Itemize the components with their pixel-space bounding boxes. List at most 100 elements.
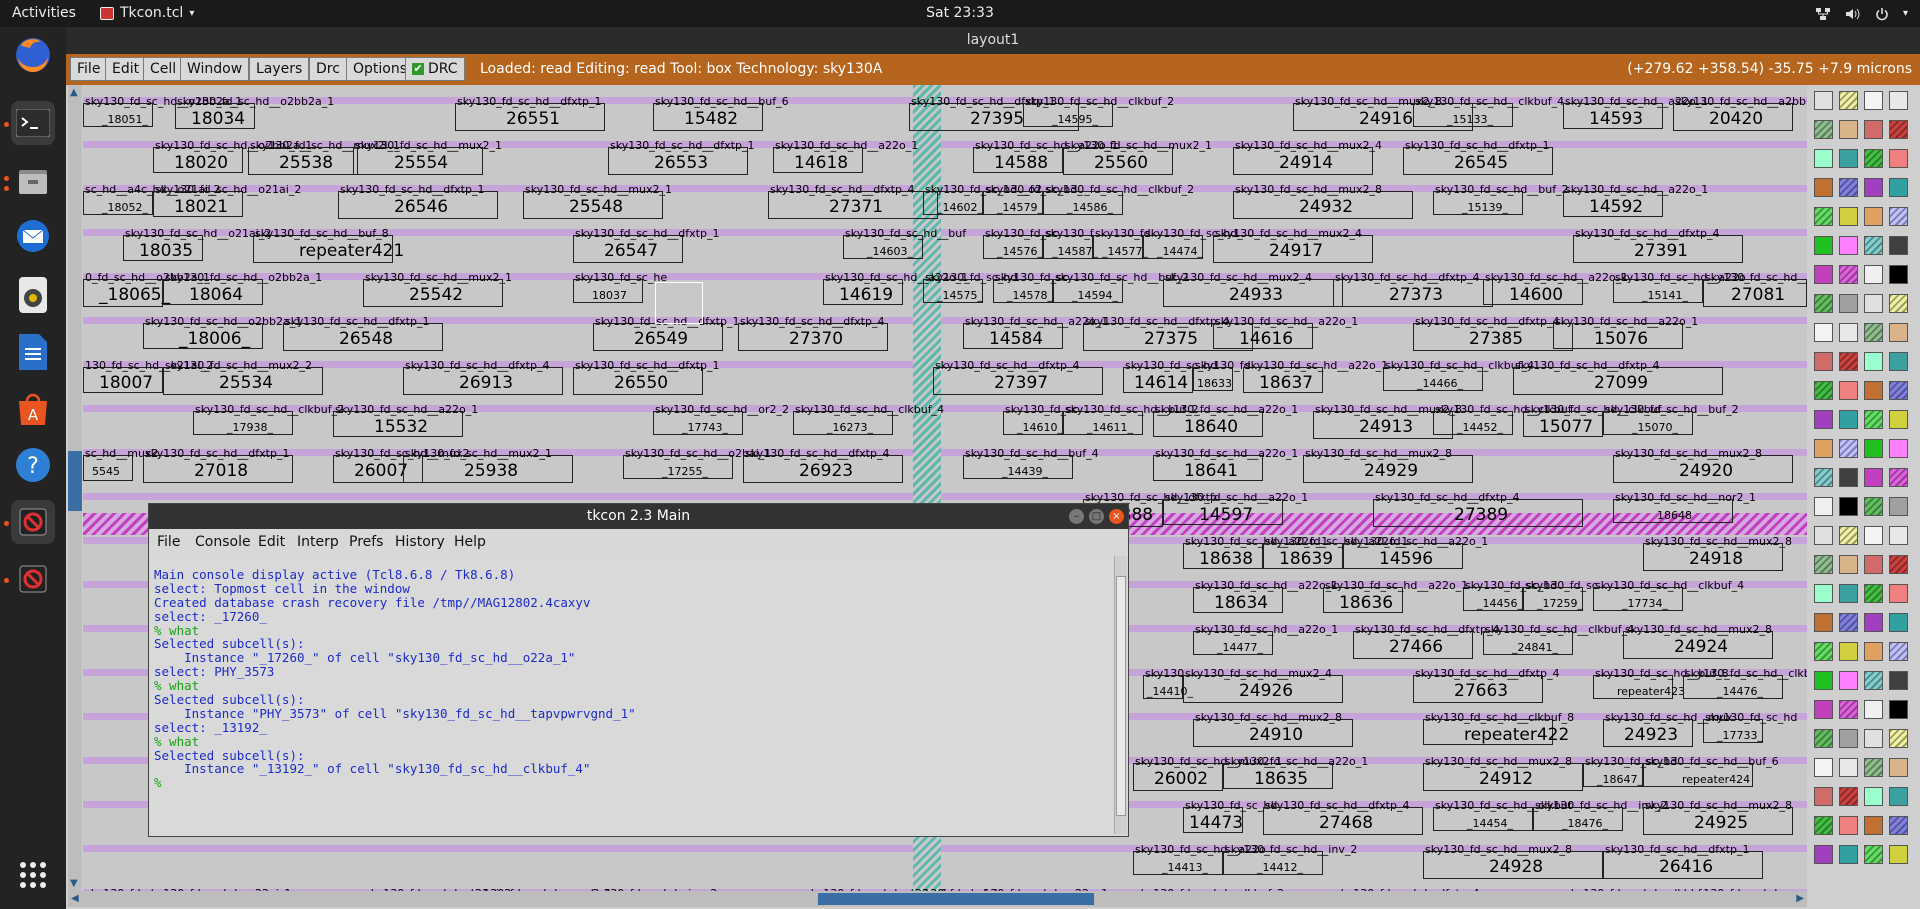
layer-swatch[interactable] (1864, 323, 1883, 342)
layer-swatch[interactable] (1839, 729, 1858, 748)
layer-swatch[interactable] (1839, 816, 1858, 835)
layer-swatch[interactable] (1889, 845, 1908, 864)
layer-swatch[interactable] (1839, 526, 1858, 545)
layer-swatch[interactable] (1839, 671, 1858, 690)
help-icon[interactable]: ? (11, 443, 55, 487)
layer-swatch[interactable] (1864, 700, 1883, 719)
layer-swatch[interactable] (1864, 178, 1883, 197)
layer-swatch[interactable] (1839, 236, 1858, 255)
layer-swatch[interactable] (1864, 236, 1883, 255)
vertical-scrollbar[interactable]: ▲ ▼ (68, 85, 82, 891)
layer-swatch[interactable] (1814, 439, 1833, 458)
layer-swatch[interactable] (1864, 294, 1883, 313)
layer-swatch[interactable] (1814, 584, 1833, 603)
arrow-down-icon[interactable]: ▼ (70, 878, 78, 889)
layer-swatch[interactable] (1889, 816, 1908, 835)
layer-swatch[interactable] (1839, 468, 1858, 487)
layer-swatch[interactable] (1889, 729, 1908, 748)
scroll-thumb[interactable] (818, 893, 1094, 905)
layer-swatch[interactable] (1864, 758, 1883, 777)
tkcon-menu-interp[interactable]: Interp (297, 529, 339, 556)
layer-swatch[interactable] (1864, 584, 1883, 603)
layer-swatch[interactable] (1889, 439, 1908, 458)
layer-swatch[interactable] (1864, 265, 1883, 284)
layer-swatch[interactable] (1814, 729, 1833, 748)
menu-edit[interactable]: Edit (105, 57, 147, 81)
layer-swatch[interactable] (1839, 584, 1858, 603)
layer-swatch[interactable] (1814, 323, 1833, 342)
layer-swatch[interactable] (1864, 845, 1883, 864)
layer-swatch[interactable] (1814, 236, 1833, 255)
layer-swatch[interactable] (1839, 178, 1858, 197)
layer-swatch[interactable] (1839, 149, 1858, 168)
layer-swatch[interactable] (1814, 845, 1833, 864)
arrow-left-icon[interactable]: ◀ (71, 893, 79, 904)
layer-swatch[interactable] (1889, 613, 1908, 632)
layer-swatch[interactable] (1814, 410, 1833, 429)
menu-layers[interactable]: Layers (249, 57, 310, 81)
layer-swatch[interactable] (1889, 323, 1908, 342)
layer-swatch[interactable] (1814, 642, 1833, 661)
layer-swatch[interactable] (1839, 642, 1858, 661)
layer-swatch[interactable] (1839, 323, 1858, 342)
console-scrollbar[interactable] (1114, 556, 1127, 834)
menu-cell[interactable]: Cell (143, 57, 184, 81)
layer-swatch[interactable] (1839, 787, 1858, 806)
terminal-icon[interactable] (11, 101, 55, 145)
layer-swatch[interactable] (1814, 294, 1833, 313)
layer-swatch[interactable] (1864, 207, 1883, 226)
layer-swatch[interactable] (1839, 497, 1858, 516)
layer-swatch[interactable] (1839, 381, 1858, 400)
app-store-icon[interactable]: A (11, 387, 55, 431)
layer-swatch[interactable] (1839, 294, 1858, 313)
tkcon-menu-history[interactable]: History (395, 529, 445, 556)
tkcon-menu-help[interactable]: Help (454, 529, 486, 556)
tkcon-menu-prefs[interactable]: Prefs (349, 529, 383, 556)
layer-swatch[interactable] (1864, 555, 1883, 574)
layer-swatch[interactable] (1814, 178, 1833, 197)
menu-options[interactable]: Options (346, 57, 415, 81)
layer-swatch[interactable] (1864, 613, 1883, 632)
layer-swatch[interactable] (1839, 120, 1858, 139)
layer-swatch[interactable] (1889, 584, 1908, 603)
layer-swatch[interactable] (1814, 700, 1833, 719)
layer-swatch[interactable] (1889, 120, 1908, 139)
horizontal-scrollbar[interactable]: ◀ ▶ (68, 891, 1807, 907)
layer-swatch[interactable] (1839, 207, 1858, 226)
writer-icon[interactable] (11, 330, 55, 374)
layer-swatch[interactable] (1864, 352, 1883, 371)
layer-swatch[interactable] (1814, 671, 1833, 690)
layer-swatch[interactable] (1864, 120, 1883, 139)
menu-window[interactable]: Window (180, 57, 250, 81)
rhythmbox-icon[interactable] (11, 273, 55, 317)
app-menu[interactable]: Tkcon.tcl ▾ (100, 0, 194, 27)
layer-swatch[interactable] (1839, 555, 1858, 574)
layer-swatch[interactable] (1864, 787, 1883, 806)
layer-swatch[interactable] (1864, 729, 1883, 748)
tkcon-menu-edit[interactable]: Edit (258, 529, 285, 556)
layer-swatch[interactable] (1864, 439, 1883, 458)
layer-swatch[interactable] (1889, 178, 1908, 197)
layer-swatch[interactable] (1889, 149, 1908, 168)
layer-swatch[interactable] (1814, 468, 1833, 487)
layer-swatch[interactable] (1814, 149, 1833, 168)
layer-swatch[interactable] (1839, 845, 1858, 864)
layer-swatch[interactable] (1864, 816, 1883, 835)
layer-swatch[interactable] (1889, 787, 1908, 806)
layer-swatch[interactable] (1864, 91, 1883, 110)
firefox-icon[interactable] (11, 33, 55, 77)
layer-swatch[interactable] (1814, 381, 1833, 400)
layer-swatch[interactable] (1889, 758, 1908, 777)
layer-swatch[interactable] (1864, 642, 1883, 661)
layer-swatch[interactable] (1814, 352, 1833, 371)
layer-swatch[interactable] (1889, 207, 1908, 226)
layer-swatch[interactable] (1864, 671, 1883, 690)
layer-swatch[interactable] (1889, 265, 1908, 284)
layer-swatch[interactable] (1839, 352, 1858, 371)
layer-swatch[interactable] (1839, 758, 1858, 777)
maximize-icon[interactable]: □ (1089, 509, 1104, 524)
layer-swatch[interactable] (1814, 91, 1833, 110)
layer-swatch[interactable] (1864, 526, 1883, 545)
layer-swatch[interactable] (1864, 149, 1883, 168)
thunderbird-icon[interactable] (11, 214, 55, 258)
